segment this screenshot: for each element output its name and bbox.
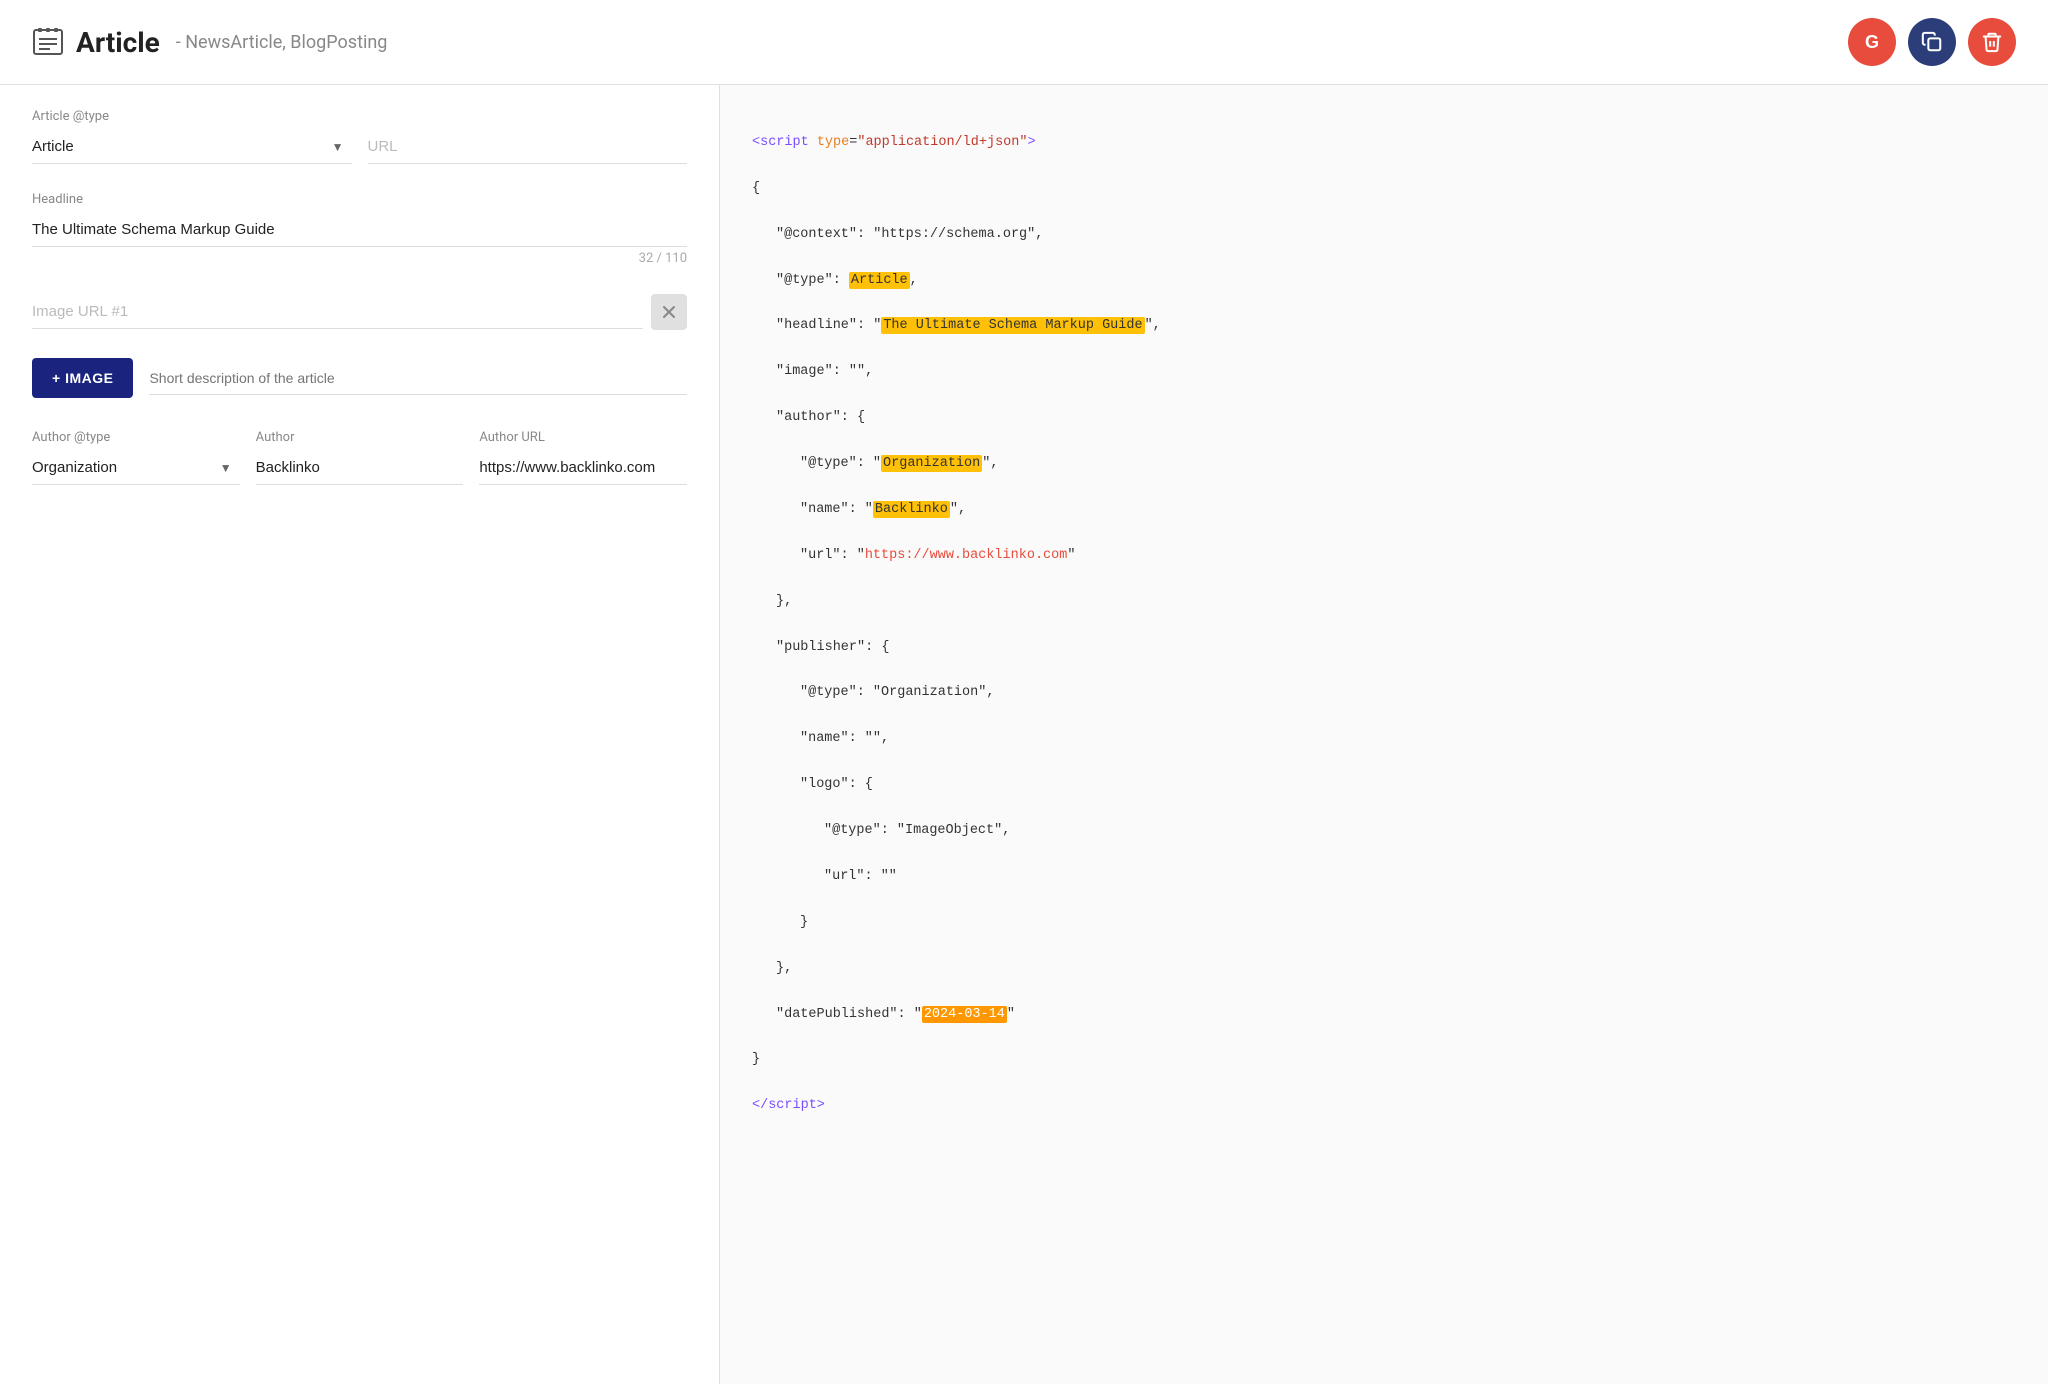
image-url-row <box>32 294 687 330</box>
code-author-open: "author": { <box>752 407 2016 430</box>
code-author-url: "url": "https://www.backlinko.com" <box>752 545 2016 568</box>
headline-group: Headline 32 / 110 <box>32 192 687 266</box>
article-type-select[interactable]: Article NewsArticle BlogPosting <box>32 130 352 164</box>
author-type-select[interactable]: Organization Person <box>32 451 240 485</box>
author-row: Author @type Organization Person ▼ Autho… <box>32 430 687 485</box>
page-title: Article <box>76 26 160 59</box>
author-type-label: Author @type <box>32 430 240 445</box>
code-logo-url: "url": "" <box>752 866 2016 889</box>
code-logo-open: "logo": { <box>752 774 2016 797</box>
headline-char-count: 32 / 110 <box>32 251 687 266</box>
code-author-type: "@type": "Organization", <box>752 453 2016 476</box>
author-type-select-wrapper: Organization Person ▼ <box>32 451 240 485</box>
url-input[interactable] <box>368 130 688 164</box>
author-label: Author <box>256 430 464 445</box>
main-content: Article @type Article NewsArticle BlogPo… <box>0 85 2048 1384</box>
code-publisher-name: "name": "", <box>752 728 2016 751</box>
article-type-label: Article @type <box>32 109 687 124</box>
code-publisher-close: }, <box>752 958 2016 981</box>
article-type-group: Article @type Article NewsArticle BlogPo… <box>32 109 687 164</box>
delete-button[interactable] <box>1968 18 2016 66</box>
code-author-close: }, <box>752 591 2016 614</box>
headline-label: Headline <box>32 192 687 207</box>
code-script-close: </script> <box>752 1095 2016 1118</box>
add-image-button[interactable]: + IMAGE <box>32 358 133 398</box>
code-publisher-open: "publisher": { <box>752 637 2016 660</box>
code-author-name: "name": "Backlinko", <box>752 499 2016 522</box>
clear-image-button[interactable] <box>651 294 687 330</box>
author-url-label: Author URL <box>479 430 687 445</box>
copy-icon <box>1921 31 1943 53</box>
delete-icon <box>1981 31 2003 53</box>
author-url-input[interactable] <box>479 451 687 485</box>
form-panel: Article @type Article NewsArticle BlogPo… <box>0 85 720 1384</box>
article-type-select-wrapper: Article NewsArticle BlogPosting ▼ <box>32 130 352 164</box>
code-script-open: <script type="application/ld+json"> <box>752 132 2016 155</box>
author-input[interactable] <box>256 451 464 485</box>
description-input[interactable] <box>149 362 687 395</box>
code-image: "image": "", <box>752 361 2016 384</box>
header-actions: G <box>1848 18 2016 66</box>
code-context: "@context": "https://schema.org", <box>752 224 2016 247</box>
code-date-published: "datePublished": "2024-03-14" <box>752 1004 2016 1027</box>
image-url-input[interactable] <box>32 295 643 329</box>
author-section: Author @type Organization Person ▼ Autho… <box>32 430 687 485</box>
code-panel: <script type="application/ld+json"> { "@… <box>720 85 2048 1384</box>
header: Article - NewsArticle, BlogPosting G <box>0 0 2048 85</box>
headline-input[interactable] <box>32 213 687 247</box>
article-icon <box>32 26 64 58</box>
code-logo-type: "@type": "ImageObject", <box>752 820 2016 843</box>
author-url-col: Author URL <box>479 430 687 485</box>
image-url-group <box>32 294 687 330</box>
copy-button[interactable] <box>1908 18 1956 66</box>
code-block: <script type="application/ld+json"> { "@… <box>752 109 2016 1164</box>
close-icon <box>662 305 676 319</box>
add-image-row: + IMAGE <box>32 358 687 398</box>
code-publisher-type: "@type": "Organization", <box>752 682 2016 705</box>
article-type-row: Article NewsArticle BlogPosting ▼ <box>32 130 687 164</box>
code-logo-close: } <box>752 912 2016 935</box>
code-close-brace: } <box>752 1049 2016 1072</box>
code-type: "@type": Article, <box>752 270 2016 293</box>
app-container: Article - NewsArticle, BlogPosting G <box>0 0 2048 1384</box>
code-headline: "headline": "The Ultimate Schema Markup … <box>752 315 2016 338</box>
page-subtitle: - NewsArticle, BlogPosting <box>176 32 388 53</box>
google-button[interactable]: G <box>1848 18 1896 66</box>
code-open-brace: { <box>752 178 2016 201</box>
header-left: Article - NewsArticle, BlogPosting <box>32 26 387 59</box>
author-type-col: Author @type Organization Person ▼ <box>32 430 240 485</box>
author-col: Author <box>256 430 464 485</box>
